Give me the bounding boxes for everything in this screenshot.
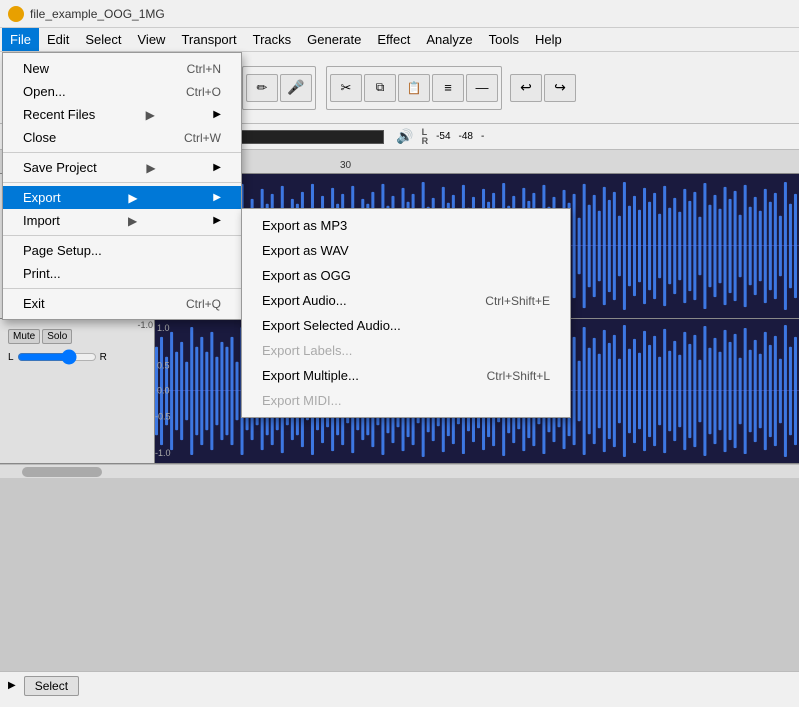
- meter-right-minus48: -48: [459, 131, 473, 142]
- status-select-button[interactable]: Select: [24, 676, 79, 696]
- svg-text:0.0: 0.0: [157, 386, 170, 396]
- menu-file[interactable]: File: [2, 28, 39, 51]
- meter-right-minus54: -54: [436, 131, 450, 142]
- menu-select[interactable]: Select: [77, 28, 129, 51]
- menu-tools[interactable]: Tools: [481, 28, 527, 51]
- file-menu-save[interactable]: Save Project ▶: [3, 156, 241, 179]
- menu-help[interactable]: Help: [527, 28, 570, 51]
- file-menu-open[interactable]: Open... Ctrl+O: [3, 80, 241, 103]
- undo-btn[interactable]: ↩: [510, 74, 542, 102]
- paste-btn[interactable]: 📋: [398, 74, 430, 102]
- track-2-info: Mute Solo L R: [0, 319, 155, 463]
- file-menu-pagesetup[interactable]: Page Setup...: [3, 239, 241, 262]
- track-2-solo-btn[interactable]: Solo: [42, 329, 72, 344]
- menu-generate[interactable]: Generate: [299, 28, 369, 51]
- export-as-ogg[interactable]: Export as OGG: [242, 263, 570, 288]
- export-as-wav[interactable]: Export as WAV: [242, 238, 570, 263]
- volume-icon: 🔊: [396, 128, 413, 145]
- file-menu-sep4: [3, 288, 241, 289]
- file-menu-dropdown: New Ctrl+N Open... Ctrl+O Recent Files ▶…: [2, 52, 242, 320]
- pencil-tool-btn[interactable]: ✏: [246, 74, 278, 102]
- export-labels: Export Labels...: [242, 338, 570, 363]
- file-menu-new[interactable]: New Ctrl+N: [3, 57, 241, 80]
- menu-edit[interactable]: Edit: [39, 28, 77, 51]
- copy-btn[interactable]: ⧉: [364, 74, 396, 102]
- file-menu-sep3: [3, 235, 241, 236]
- lr-label: LR: [422, 128, 429, 146]
- menu-tracks[interactable]: Tracks: [245, 28, 300, 51]
- track-2-gain-slider[interactable]: [17, 351, 97, 363]
- menu-analyze[interactable]: Analyze: [418, 28, 480, 51]
- status-bar: ▶ Select: [0, 671, 799, 699]
- timeline-mark-30: 30: [340, 160, 351, 171]
- export-as-mp3[interactable]: Export as MP3: [242, 213, 570, 238]
- file-menu-sep2: [3, 182, 241, 183]
- status-triangle: ▶: [8, 680, 16, 691]
- menu-effect[interactable]: Effect: [369, 28, 418, 51]
- file-menu-export[interactable]: Export ▶: [3, 186, 241, 209]
- file-menu-sep1: [3, 152, 241, 153]
- svg-text:-0.5: -0.5: [155, 411, 171, 421]
- cut-btn[interactable]: ✂: [330, 74, 362, 102]
- mic-btn[interactable]: 🎤: [280, 74, 312, 102]
- track-2-mute-btn[interactable]: Mute: [8, 329, 40, 344]
- trim-btn[interactable]: ≡: [432, 74, 464, 102]
- file-menu-recent[interactable]: Recent Files ▶: [3, 103, 241, 126]
- app-icon: [8, 6, 24, 22]
- file-menu-close[interactable]: Close Ctrl+W: [3, 126, 241, 149]
- scrollbar-thumb[interactable]: [22, 467, 102, 477]
- export-submenu: Export as MP3 Export as WAV Export as OG…: [241, 208, 571, 418]
- export-selected-audio[interactable]: Export Selected Audio...: [242, 313, 570, 338]
- horizontal-scrollbar[interactable]: [0, 464, 799, 478]
- export-audio[interactable]: Export Audio... Ctrl+Shift+E: [242, 288, 570, 313]
- svg-text:-1.0: -1.0: [155, 448, 171, 458]
- track-2-controls: Mute Solo: [8, 329, 146, 344]
- redo-btn[interactable]: ↪: [544, 74, 576, 102]
- file-menu-print[interactable]: Print...: [3, 262, 241, 285]
- file-menu-exit[interactable]: Exit Ctrl+Q: [3, 292, 241, 315]
- title-bar: file_example_OOG_1MG: [0, 0, 799, 28]
- meter-right-dash: -: [481, 131, 484, 142]
- svg-text:0.5: 0.5: [157, 361, 170, 371]
- menu-view[interactable]: View: [130, 28, 174, 51]
- file-menu-import[interactable]: Import ▶: [3, 209, 241, 232]
- export-midi: Export MIDI...: [242, 388, 570, 413]
- export-multiple[interactable]: Export Multiple... Ctrl+Shift+L: [242, 363, 570, 388]
- window-title: file_example_OOG_1MG: [30, 7, 165, 21]
- svg-text:1.0: 1.0: [157, 323, 170, 333]
- silence-btn[interactable]: —: [466, 74, 498, 102]
- menu-bar: File Edit Select View Transport Tracks G…: [0, 28, 799, 52]
- menu-transport[interactable]: Transport: [173, 28, 244, 51]
